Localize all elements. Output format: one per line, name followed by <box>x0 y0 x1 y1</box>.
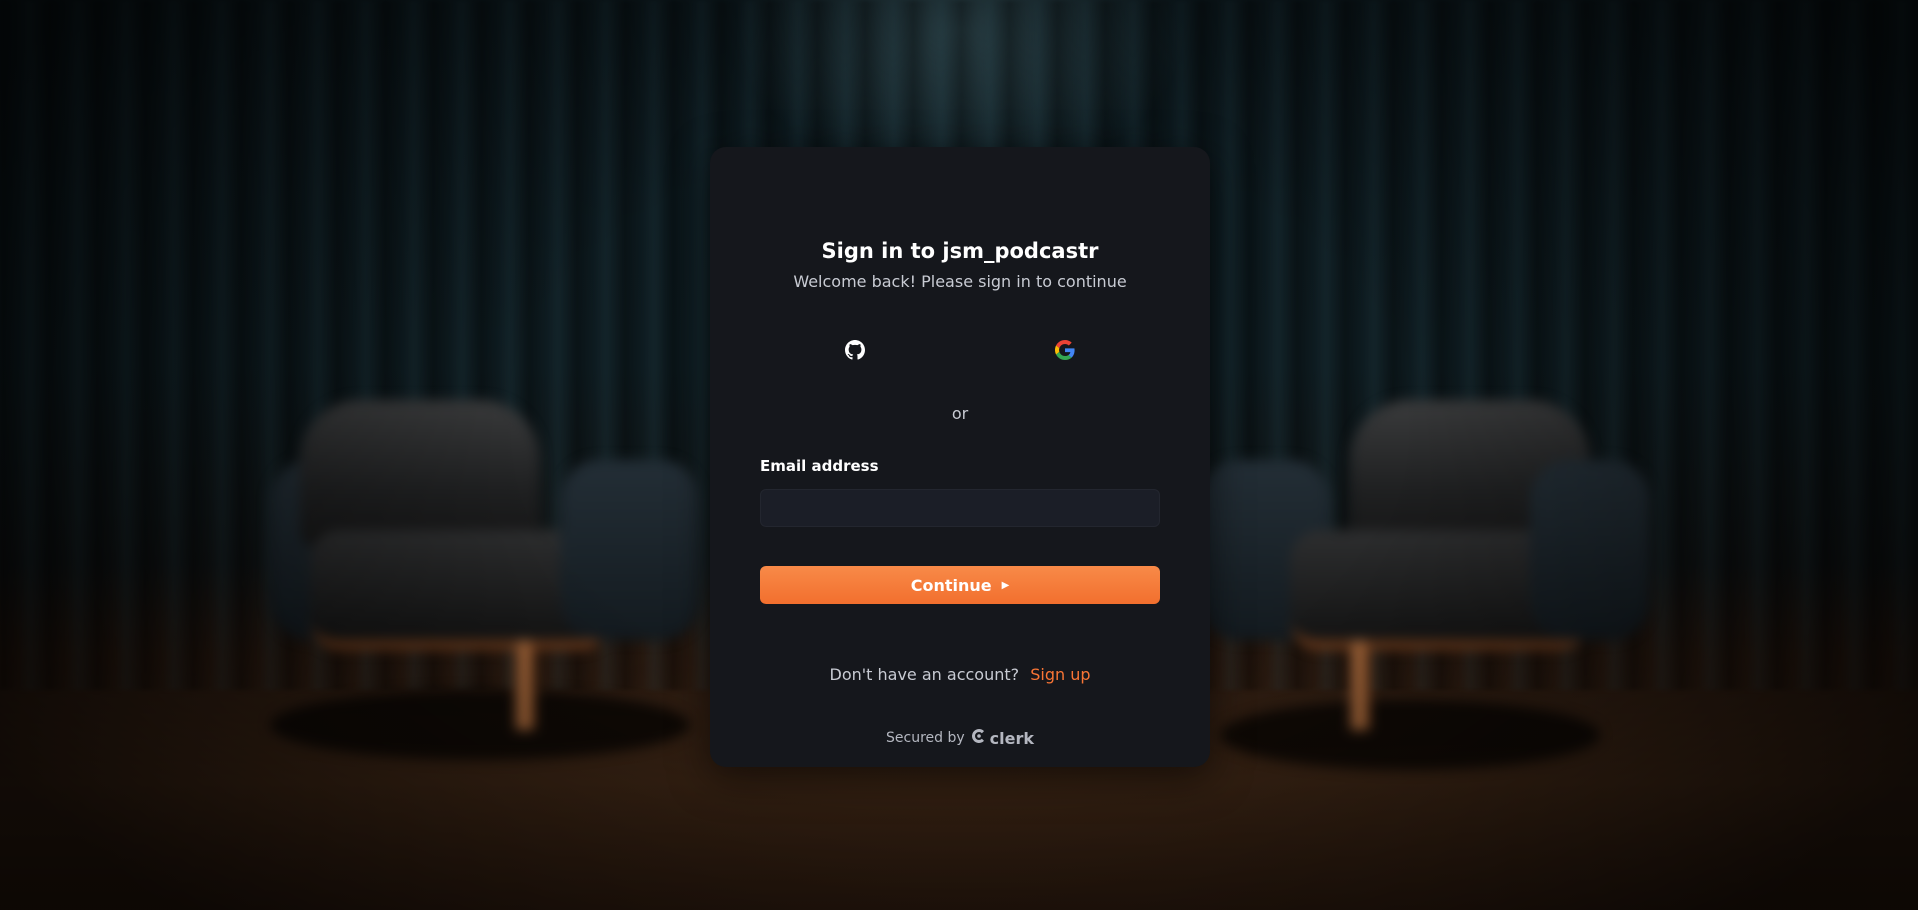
page-subtitle: Welcome back! Please sign in to continue <box>793 272 1127 291</box>
secured-by-footer: Secured by clerk <box>710 728 1210 748</box>
google-icon <box>1055 340 1075 364</box>
sign-in-card: Sign in to jsm_podcastr Welcome back! Pl… <box>710 147 1210 767</box>
page-title: Sign in to jsm_podcastr <box>821 239 1099 263</box>
email-field[interactable] <box>760 489 1160 527</box>
caret-right-icon: ▶ <box>1001 579 1010 591</box>
clerk-icon <box>971 728 987 748</box>
signup-row: Don't have an account? Sign up <box>710 665 1210 684</box>
github-signin-button[interactable] <box>760 335 950 369</box>
signup-link[interactable]: Sign up <box>1030 665 1090 684</box>
secured-by-text: Secured by <box>886 730 965 746</box>
clerk-logo[interactable]: clerk <box>971 728 1034 748</box>
signup-prompt: Don't have an account? <box>829 665 1020 684</box>
continue-label: Continue <box>910 575 992 595</box>
clerk-brand-text: clerk <box>989 728 1034 748</box>
divider-text: or <box>951 404 969 423</box>
google-signin-button[interactable] <box>970 335 1160 369</box>
github-icon <box>845 340 865 364</box>
continue-button[interactable]: Continue ▶ <box>760 566 1160 604</box>
email-label: Email address <box>760 457 879 475</box>
